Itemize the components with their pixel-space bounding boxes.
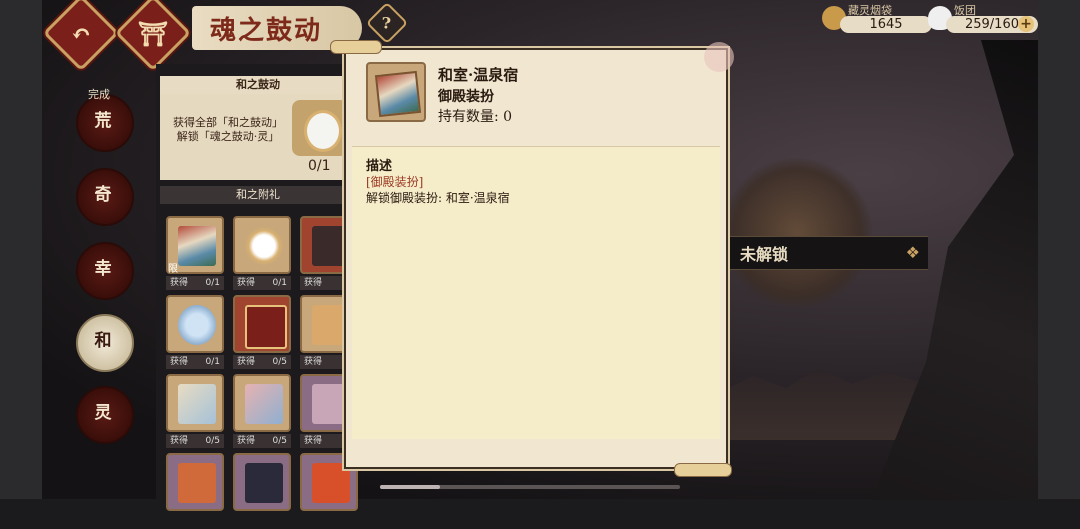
- clan-crest-emblem: [722, 158, 872, 308]
- side-tab-label: 荒: [94, 111, 112, 131]
- lantern-icon: [245, 463, 283, 503]
- home-button[interactable]: ⛩: [114, 0, 192, 72]
- item-name: 和室·温泉宿: [438, 66, 519, 84]
- shrine-gate-icon: ⛩: [137, 18, 169, 48]
- mirror-icon: [245, 226, 283, 266]
- side-tab-huang[interactable]: 完成 荒: [70, 88, 136, 152]
- achievement-title: 和之鼓动: [160, 76, 356, 94]
- back-button[interactable]: ↶: [42, 0, 120, 72]
- complete-tag: 完成: [88, 88, 110, 101]
- mirror-icon: [292, 100, 348, 156]
- painting-icon: [178, 226, 216, 266]
- gift-item[interactable]: 获得 0/5: [231, 295, 293, 371]
- crystal-mirror-icon: [178, 305, 216, 345]
- currency-value: 1645: [840, 16, 932, 33]
- back-arrow-icon: ↶: [70, 18, 92, 48]
- currency-tobacco: 藏灵烟袋 1645: [822, 2, 932, 33]
- gift-item[interactable]: 获得 0/5: [231, 374, 293, 450]
- achievement-card[interactable]: 获得全部「和之鼓动」 解锁「魂之鼓动·灵」 0/1: [160, 94, 356, 180]
- right-margin: [1038, 0, 1080, 499]
- item-owned-count: 持有数量: 0: [438, 109, 513, 125]
- item-icon: [366, 62, 426, 122]
- gift-box-icon: [245, 305, 287, 349]
- description-type: [御殿装扮]: [366, 175, 424, 189]
- currency-rice-ball: 饭团 259/160 +: [928, 2, 1038, 33]
- side-tab-label: 幸: [94, 259, 112, 279]
- mask-icon: [178, 463, 216, 503]
- flower-decoration: [704, 42, 734, 72]
- add-stamina-button[interactable]: +: [1018, 16, 1034, 32]
- side-tab-xing[interactable]: 幸: [70, 238, 136, 300]
- gift-item[interactable]: [164, 453, 226, 529]
- help-button[interactable]: ?: [365, 1, 409, 45]
- book-icon: [178, 384, 216, 424]
- scroll-rod-top: [330, 40, 382, 54]
- locked-banner: 未解锁 ❖: [728, 236, 928, 270]
- description-title: 描述: [366, 159, 393, 174]
- side-tab-qi[interactable]: 奇: [70, 164, 136, 226]
- gift-item[interactable]: 获得 0/1: [164, 295, 226, 371]
- item-detail-popup: 和室·温泉宿 御殿装扮 持有数量: 0 描述 [御殿装扮] 解锁御殿装扮: 和室…: [330, 40, 734, 477]
- side-tab-label: 和: [94, 331, 112, 351]
- painting-icon: [374, 70, 422, 118]
- fan-icon: ❖: [905, 243, 920, 262]
- side-tab-ling[interactable]: 灵: [70, 382, 136, 444]
- limit-tag: 限: [168, 264, 178, 275]
- book-pink-icon: [245, 384, 283, 424]
- side-tab-he[interactable]: 和: [70, 310, 136, 372]
- gift-item[interactable]: [231, 453, 293, 529]
- achievement-count: 0/1: [308, 158, 331, 174]
- gift-item[interactable]: 获得 0/5: [164, 374, 226, 450]
- scroll-rod-bottom: [674, 463, 732, 477]
- left-margin: [0, 0, 42, 499]
- side-tab-label: 灵: [94, 403, 112, 423]
- description-area: 描述 [御殿装扮] 解锁御殿装扮: 和室·温泉宿: [352, 146, 720, 439]
- side-tab-label: 奇: [94, 185, 112, 205]
- horizontal-scrollbar[interactable]: [380, 485, 680, 489]
- page-title: 魂之鼓动: [210, 15, 323, 46]
- item-category: 御殿装扮: [438, 89, 494, 105]
- gift-item[interactable]: 限 获得 0/1: [164, 216, 226, 292]
- locked-label: 未解锁: [740, 245, 789, 264]
- gift-item[interactable]: 获得 0/1: [231, 216, 293, 292]
- achievement-desc: 获得全部「和之鼓动」 解锁「魂之鼓动·灵」: [173, 116, 283, 143]
- gifts-title: 和之附礼: [160, 186, 356, 204]
- description-text: 解锁御殿装扮: 和室·温泉宿: [366, 191, 510, 205]
